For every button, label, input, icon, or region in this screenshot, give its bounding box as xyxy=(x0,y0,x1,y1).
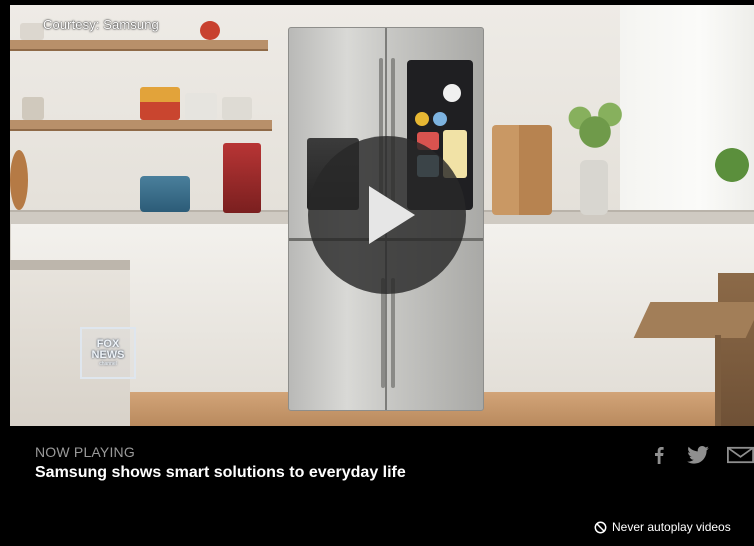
never-autoplay-toggle[interactable]: Never autoplay videos xyxy=(594,520,731,534)
scene-jar xyxy=(140,87,180,120)
scene-cutting-boards xyxy=(492,125,552,215)
logo-text: NEWS xyxy=(91,348,125,361)
scene-toaster xyxy=(140,176,190,212)
scene-jar xyxy=(20,23,44,40)
now-playing-label: NOW PLAYING xyxy=(35,444,135,460)
scene-coffee-maker xyxy=(223,143,261,213)
autoplay-label: Never autoplay videos xyxy=(612,520,731,534)
video-courtesy-caption: Courtesy: Samsung xyxy=(43,17,159,32)
scene-jar xyxy=(200,21,220,40)
scene-plant xyxy=(565,90,625,160)
email-icon xyxy=(727,446,754,464)
scene-shelf xyxy=(10,40,268,51)
scene-bowl xyxy=(10,150,28,210)
facebook-share-button[interactable] xyxy=(650,445,668,465)
scene-shelf xyxy=(10,120,272,131)
play-icon xyxy=(369,186,415,244)
scene-table-leg xyxy=(715,335,721,426)
logo-text: FOX xyxy=(96,337,120,350)
twitter-icon xyxy=(687,446,709,464)
scene-herb-pot xyxy=(710,135,754,195)
no-symbol-icon xyxy=(594,521,607,533)
scene-chair xyxy=(718,273,754,426)
scene-table xyxy=(633,302,754,338)
video-player: Courtesy: Samsung FOX NEWS channel NOW P… xyxy=(0,0,754,546)
facebook-icon xyxy=(655,447,664,464)
scene-jar xyxy=(222,97,252,120)
scene-jar xyxy=(22,97,44,120)
logo-text: channel xyxy=(99,360,117,367)
fox-news-logo: FOX NEWS channel xyxy=(80,327,136,379)
twitter-share-button[interactable] xyxy=(686,445,710,465)
scene-jar xyxy=(185,93,217,120)
scene-vase xyxy=(580,160,608,215)
play-button[interactable] xyxy=(308,136,466,294)
video-title[interactable]: Samsung shows smart solutions to everyda… xyxy=(35,464,406,482)
email-share-button[interactable] xyxy=(727,445,754,465)
